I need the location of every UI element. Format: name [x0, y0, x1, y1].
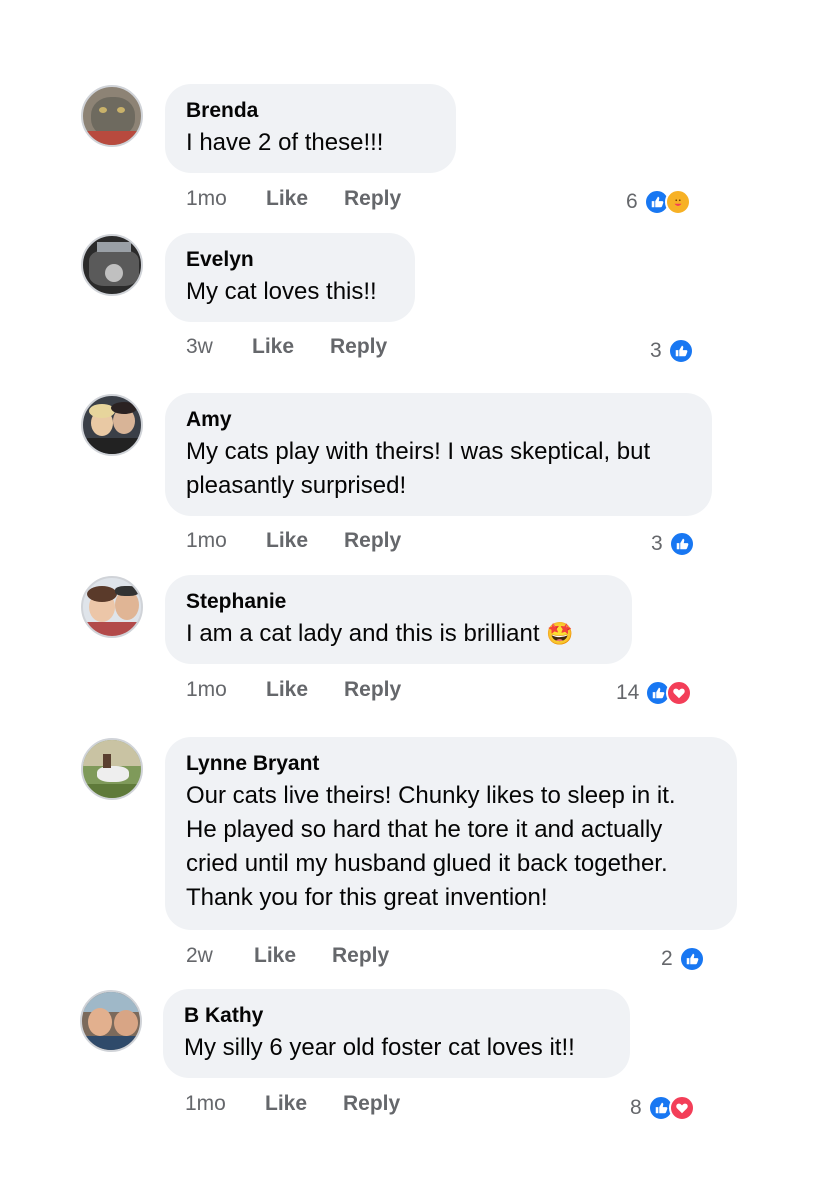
love-icon	[666, 680, 693, 706]
like-icon	[668, 531, 695, 557]
love-icon	[668, 1095, 695, 1121]
comment-time[interactable]: 1mo	[186, 678, 266, 702]
comment-actions: 1mo Like Reply	[186, 675, 401, 705]
reply-button[interactable]: Reply	[344, 678, 401, 702]
reaction-summary[interactable]: 14	[616, 678, 693, 708]
like-icon	[678, 946, 705, 972]
reaction-count: 3	[650, 339, 662, 362]
comment-text: My cat loves this!!	[186, 278, 377, 305]
like-icon	[667, 338, 694, 364]
avatar[interactable]	[81, 234, 143, 296]
comment-actions: 3w Like Reply	[186, 332, 387, 362]
comment-actions: 1mo Like Reply	[186, 184, 401, 214]
star-struck-emoji: 🤩	[546, 621, 574, 646]
comment-text-line-1: Our cats live theirs! Chunky likes to sl…	[186, 782, 676, 809]
comment-time[interactable]: 1mo	[185, 1092, 265, 1116]
reaction-count: 8	[630, 1096, 642, 1119]
comment-actions: 2w Like Reply	[186, 941, 389, 971]
comment-bubble: Brenda I have 2 of these!!!	[165, 84, 456, 173]
comment-bubble: Lynne Bryant Our cats live theirs! Chunk…	[165, 737, 737, 930]
reaction-summary[interactable]: 8	[630, 1093, 695, 1123]
comment-author[interactable]: Stephanie	[186, 589, 610, 615]
reaction-summary[interactable]: 6	[626, 187, 691, 217]
like-button[interactable]: Like	[266, 678, 344, 702]
like-button[interactable]: Like	[266, 529, 344, 553]
like-button[interactable]: Like	[254, 944, 332, 968]
reply-button[interactable]: Reply	[344, 187, 401, 211]
reaction-summary[interactable]: 3	[651, 529, 695, 559]
comment-time[interactable]: 1mo	[186, 529, 266, 553]
like-button[interactable]: Like	[265, 1092, 343, 1116]
comment-text-line-2: pleasantly surprised!	[186, 472, 407, 499]
reply-button[interactable]: Reply	[332, 944, 389, 968]
comment-bubble: Amy My cats play with theirs! I was skep…	[165, 393, 712, 516]
avatar[interactable]	[81, 738, 143, 800]
comment-time[interactable]: 1mo	[186, 187, 266, 211]
reaction-summary[interactable]: 3	[650, 336, 694, 366]
comment-actions: 1mo Like Reply	[186, 526, 401, 556]
like-button[interactable]: Like	[266, 187, 344, 211]
care-icon	[664, 189, 691, 215]
reaction-count: 2	[661, 947, 673, 970]
avatar[interactable]	[80, 990, 142, 1052]
comment-author[interactable]: Lynne Bryant	[186, 751, 715, 777]
comment-author[interactable]: B Kathy	[184, 1003, 608, 1029]
comment-text: My silly 6 year old foster cat loves it!…	[184, 1034, 575, 1061]
reaction-count: 6	[626, 190, 638, 213]
reply-button[interactable]: Reply	[343, 1092, 400, 1116]
comment-time[interactable]: 3w	[186, 335, 252, 359]
comment-time[interactable]: 2w	[186, 944, 254, 968]
like-button[interactable]: Like	[252, 335, 330, 359]
comment-bubble: Evelyn My cat loves this!!	[165, 233, 415, 322]
reaction-count: 14	[616, 681, 640, 704]
reply-button[interactable]: Reply	[344, 529, 401, 553]
comment-bubble: B Kathy My silly 6 year old foster cat l…	[163, 989, 630, 1078]
comment-text-line-2: He played so hard that he tore it and ac…	[186, 816, 663, 843]
reaction-count: 3	[651, 532, 663, 555]
comment-actions: 1mo Like Reply	[185, 1089, 400, 1119]
reply-button[interactable]: Reply	[330, 335, 387, 359]
reaction-summary[interactable]: 2	[661, 944, 705, 974]
avatar[interactable]	[81, 394, 143, 456]
comment-text-line-4: Thank you for this great invention!	[186, 884, 548, 911]
comment-author[interactable]: Evelyn	[186, 247, 393, 273]
comment-author[interactable]: Brenda	[186, 98, 434, 124]
avatar[interactable]	[81, 85, 143, 147]
comment-text-line-3: cried until my husband glued it back tog…	[186, 850, 668, 877]
avatar[interactable]	[81, 576, 143, 638]
comment-author[interactable]: Amy	[186, 407, 690, 433]
comment-text: I have 2 of these!!!	[186, 129, 384, 156]
comment-text-line-1: My cats play with theirs! I was skeptica…	[186, 438, 651, 465]
comment-bubble: Stephanie I am a cat lady and this is br…	[165, 575, 632, 664]
comment-text: I am a cat lady and this is brilliant 🤩	[186, 617, 610, 651]
comment-text-body: I am a cat lady and this is brilliant	[186, 620, 540, 647]
